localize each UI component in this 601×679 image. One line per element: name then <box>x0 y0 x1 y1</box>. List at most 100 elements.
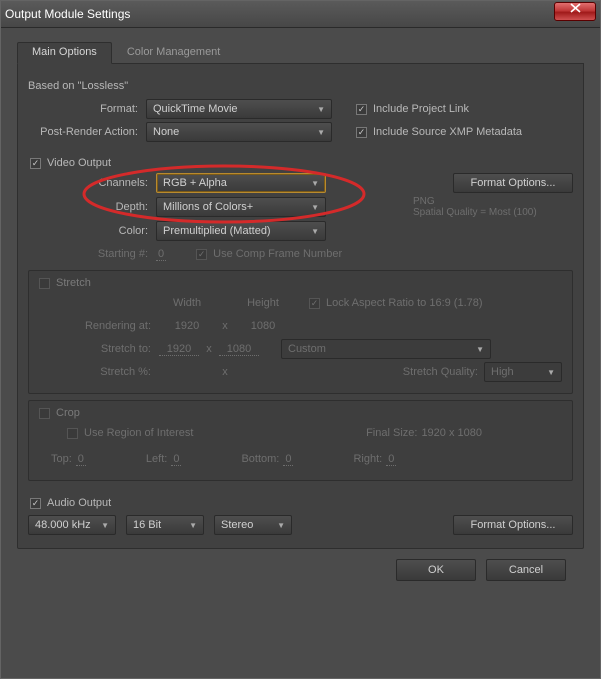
chevron-down-icon: ▼ <box>189 521 197 530</box>
crop-bottom-value: 0 <box>283 453 293 466</box>
channels-select[interactable]: RGB + Alpha ▼ <box>156 173 326 193</box>
chevron-down-icon: ▼ <box>311 179 319 188</box>
lock-aspect-label: Lock Aspect Ratio to 16:9 (1.78) <box>326 297 483 309</box>
codec-name: PNG <box>413 196 573 207</box>
format-label: Format: <box>28 103 146 115</box>
main-panel: Based on "Lossless" Format: QuickTime Mo… <box>17 64 584 549</box>
stretch-quality-label: Stretch Quality: <box>403 366 478 378</box>
starting-label: Starting #: <box>28 248 156 260</box>
tab-color-management[interactable]: Color Management <box>112 42 236 64</box>
post-render-select[interactable]: None ▼ <box>146 122 332 142</box>
audio-channels-value: Stereo <box>221 519 253 531</box>
stretch-quality-select: High ▼ <box>484 362 562 382</box>
dialog-footer: OK Cancel <box>17 549 584 581</box>
stretch-to-label: Stretch to: <box>39 343 159 355</box>
post-render-value: None <box>153 126 179 138</box>
tab-main-options[interactable]: Main Options <box>17 42 112 64</box>
audio-channels-select[interactable]: Stereo ▼ <box>214 515 292 535</box>
roi-checkbox <box>67 428 78 439</box>
use-comp-frame-checkbox <box>196 249 207 260</box>
color-select[interactable]: Premultiplied (Matted) ▼ <box>156 221 326 241</box>
stretch-preset-select: Custom ▼ <box>281 339 491 359</box>
stretch-group: Stretch Width Height Lock Aspect Ratio t… <box>28 270 573 394</box>
color-value: Premultiplied (Matted) <box>163 225 271 237</box>
rendering-h: 1080 <box>235 320 291 332</box>
stretch-to-h: 1080 <box>219 343 259 356</box>
final-size-label: Final Size: <box>366 427 417 439</box>
include-project-link-checkbox[interactable] <box>356 104 367 115</box>
crop-top-label: Top: <box>51 453 72 465</box>
color-label: Color: <box>28 225 156 237</box>
chevron-down-icon: ▼ <box>547 368 555 377</box>
stretch-to-w: 1920 <box>159 343 199 356</box>
channels-label: Channels: <box>28 177 156 189</box>
format-value: QuickTime Movie <box>153 103 238 115</box>
window-close-button[interactable] <box>554 2 596 21</box>
roi-label: Use Region of Interest <box>84 427 193 439</box>
x-sep-2: x <box>199 343 219 355</box>
depth-label: Depth: <box>28 201 156 213</box>
include-xmp-checkbox[interactable] <box>356 127 367 138</box>
crop-label: Crop <box>56 407 80 419</box>
crop-right-value: 0 <box>386 453 396 466</box>
audio-bit-select[interactable]: 16 Bit ▼ <box>126 515 204 535</box>
crop-left-label: Left: <box>146 453 167 465</box>
chevron-down-icon: ▼ <box>317 128 325 137</box>
crop-right-label: Right: <box>353 453 382 465</box>
audio-bit-value: 16 Bit <box>133 519 161 531</box>
format-select[interactable]: QuickTime Movie ▼ <box>146 99 332 119</box>
post-render-label: Post-Render Action: <box>28 126 146 138</box>
video-output-checkbox[interactable] <box>30 158 41 169</box>
annotation-circle <box>74 159 374 229</box>
stretch-preset-value: Custom <box>288 343 326 355</box>
crop-group: Crop Use Region of Interest Final Size: … <box>28 400 573 481</box>
audio-output-label: Audio Output <box>47 497 111 509</box>
rendering-w: 1920 <box>159 320 215 332</box>
codec-info: PNG Spatial Quality = Most (100) <box>413 196 573 218</box>
chevron-down-icon: ▼ <box>317 105 325 114</box>
height-header: Height <box>235 297 291 309</box>
tab-bar: Main Options Color Management <box>17 42 584 64</box>
window-title: Output Module Settings <box>5 7 554 21</box>
include-project-link-label: Include Project Link <box>373 103 469 115</box>
ok-button[interactable]: OK <box>396 559 476 581</box>
chevron-down-icon: ▼ <box>311 227 319 236</box>
use-comp-frame-label: Use Comp Frame Number <box>213 248 342 260</box>
stretch-pct-label: Stretch %: <box>39 366 159 378</box>
final-size-value: 1920 x 1080 <box>421 427 482 439</box>
audio-rate-value: 48.000 kHz <box>35 519 91 531</box>
stretch-quality-value: High <box>491 366 514 378</box>
audio-output-checkbox[interactable] <box>30 498 41 509</box>
audio-rate-select[interactable]: 48.000 kHz ▼ <box>28 515 116 535</box>
depth-value: Millions of Colors+ <box>163 201 253 213</box>
crop-left-value: 0 <box>171 453 181 466</box>
stretch-checkbox[interactable] <box>39 278 50 289</box>
based-on-text: Based on "Lossless" <box>28 80 128 92</box>
dialog-body: Main Options Color Management Based on "… <box>1 28 600 591</box>
include-xmp-label: Include Source XMP Metadata <box>373 126 522 138</box>
cancel-button[interactable]: Cancel <box>486 559 566 581</box>
channels-value: RGB + Alpha <box>163 177 227 189</box>
dialog-window: Output Module Settings Main Options Colo… <box>0 0 601 679</box>
video-format-options-button[interactable]: Format Options... <box>453 173 573 193</box>
chevron-down-icon: ▼ <box>277 521 285 530</box>
chevron-down-icon: ▼ <box>101 521 109 530</box>
crop-bottom-label: Bottom: <box>241 453 279 465</box>
chevron-down-icon: ▼ <box>311 203 319 212</box>
width-header: Width <box>159 297 215 309</box>
crop-checkbox[interactable] <box>39 408 50 419</box>
starting-number-value: 0 <box>156 248 166 261</box>
close-icon <box>570 3 581 13</box>
chevron-down-icon: ▼ <box>476 345 484 354</box>
video-output-label: Video Output <box>47 157 111 169</box>
stretch-label: Stretch <box>56 277 91 289</box>
lock-aspect-checkbox <box>309 298 320 309</box>
depth-select[interactable]: Millions of Colors+ ▼ <box>156 197 326 217</box>
crop-top-value: 0 <box>76 453 86 466</box>
codec-quality: Spatial Quality = Most (100) <box>413 207 573 218</box>
x-sep-3: x <box>215 366 235 378</box>
x-sep: x <box>215 320 235 332</box>
rendering-at-label: Rendering at: <box>39 320 159 332</box>
titlebar: Output Module Settings <box>1 1 600 28</box>
audio-format-options-button[interactable]: Format Options... <box>453 515 573 535</box>
